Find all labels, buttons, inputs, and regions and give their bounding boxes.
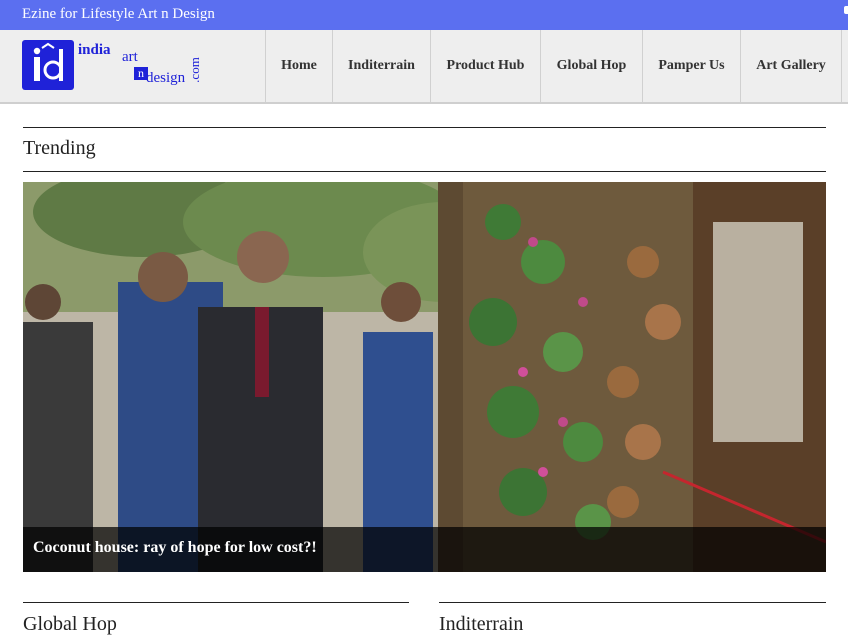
site-logo[interactable]: india art n design .com: [22, 40, 202, 92]
nav-home[interactable]: Home: [265, 30, 332, 102]
nav-art-gallery[interactable]: Art Gallery: [740, 30, 842, 102]
trending-heading: Trending: [23, 137, 96, 159]
top-bar: Ezine for Lifestyle Art n Design: [0, 0, 848, 30]
global-hop-heading: Global Hop: [23, 613, 117, 635]
logo-text-design: design: [146, 70, 186, 86]
right-column-rule: [439, 602, 826, 603]
featured-article[interactable]: Coconut house: ray of hope for low cost?…: [23, 182, 826, 572]
logo-text-india: india: [78, 42, 111, 58]
scroll-edge-marker: [844, 6, 848, 14]
inditerrain-heading: Inditerrain: [439, 613, 524, 635]
logo-text-art: art: [122, 49, 138, 65]
featured-photo: [23, 182, 826, 572]
trending-top-rule: [23, 127, 826, 128]
nav-pamper-us[interactable]: Pamper Us: [642, 30, 740, 102]
site-header: india art n design .com Home Inditerrain…: [0, 30, 848, 104]
nav-global-hop[interactable]: Global Hop: [540, 30, 642, 102]
nav-product-hub[interactable]: Product Hub: [430, 30, 540, 102]
logo-text-com: .com: [186, 57, 202, 83]
main-nav: Home Inditerrain Product Hub Global Hop …: [265, 30, 842, 102]
left-column-rule: [23, 602, 409, 603]
featured-caption-bar: Coconut house: ray of hope for low cost?…: [23, 527, 826, 572]
featured-caption[interactable]: Coconut house: ray of hope for low cost?…: [33, 539, 317, 557]
trending-bottom-rule: [23, 171, 826, 172]
logo-mark-icon: [22, 40, 74, 90]
site-tagline: Ezine for Lifestyle Art n Design: [22, 6, 215, 22]
nav-inditerrain[interactable]: Inditerrain: [332, 30, 430, 102]
